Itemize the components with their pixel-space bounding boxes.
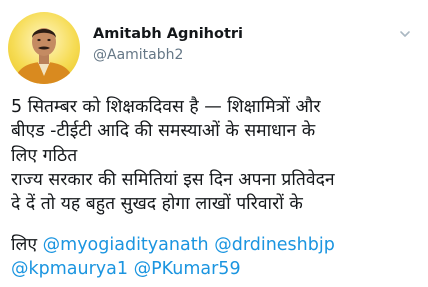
chevron-down-icon[interactable] (398, 26, 412, 40)
mention-link[interactable]: @myogiadityanath (43, 235, 209, 255)
tweet-body: 5 सितम्बर को शिक्षकदिवस है — शिक्षामित्र… (11, 97, 335, 215)
mention-link[interactable]: @drdineshbjp (214, 235, 335, 255)
avatar-photo-icon (14, 28, 74, 84)
mention-link[interactable]: @kpmaurya1 (11, 259, 128, 279)
tweet-card: Amitabh Agnihotri @Aamitabh2 5 सितम्बर क… (0, 0, 428, 287)
author-handle[interactable]: @Aamitabh2 (93, 47, 183, 63)
tweet-trailing-text: लिए (11, 235, 38, 255)
mention-link[interactable]: @PKumar59 (134, 259, 241, 279)
author-avatar[interactable] (8, 12, 80, 84)
author-display-name[interactable]: Amitabh Agnihotri (93, 26, 243, 42)
tweet-mentions-line: लिए @myogiadityanath @drdineshbjp @kpmaur… (11, 233, 421, 282)
